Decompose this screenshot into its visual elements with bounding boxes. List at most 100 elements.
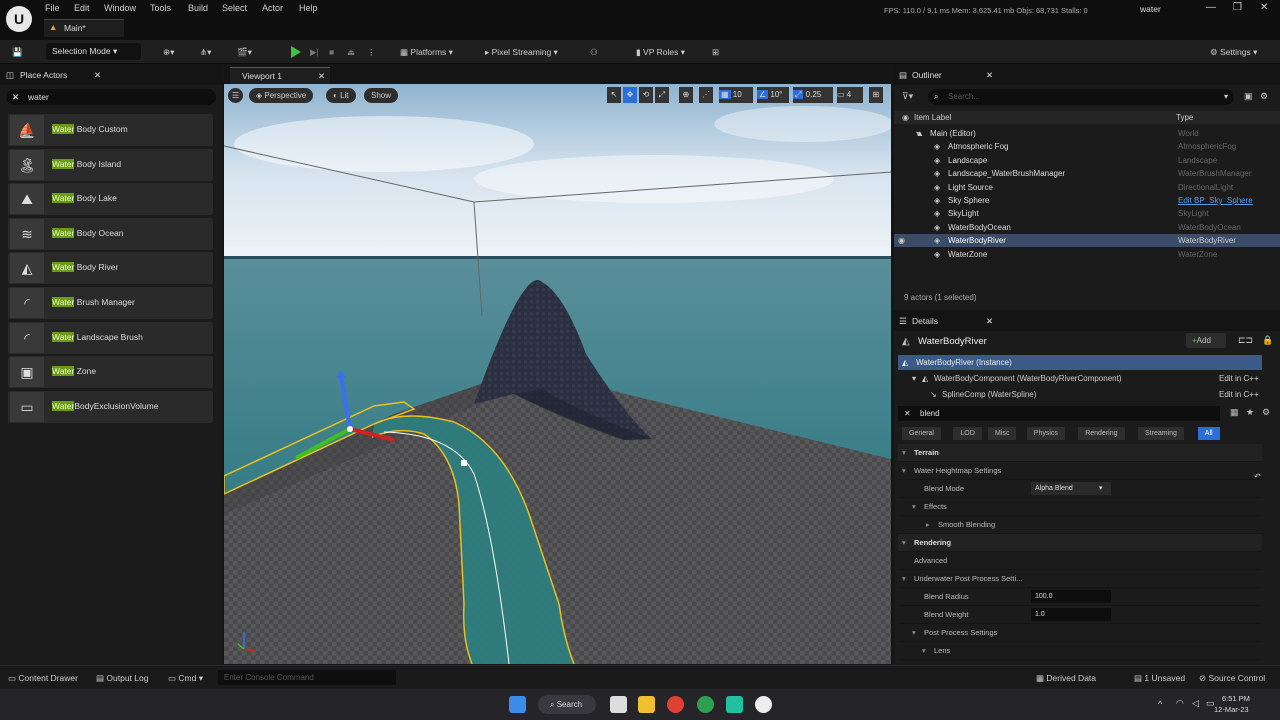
scale-snap-button[interactable]: ⤢ 0.25 — [793, 87, 833, 103]
outliner-row[interactable]: ◈ Landscape_WaterBrushManager WaterBrush… — [894, 167, 1280, 180]
menu-window[interactable]: Window — [104, 3, 136, 13]
cinematics-icon[interactable]: 🎬▾ — [237, 44, 252, 60]
viewport-tab[interactable]: Viewport 1 ✕ — [230, 67, 330, 84]
clear-search-icon[interactable]: ✕ — [12, 89, 19, 105]
save-icon[interactable]: 💾 — [12, 44, 23, 60]
chevron-down-icon[interactable]: ▾ — [902, 534, 906, 552]
outliner-item-type[interactable]: Edit BP_Sky_Sphere — [1178, 194, 1253, 207]
details-filter-input[interactable]: ✕ blend — [898, 406, 1220, 421]
file-explorer-icon[interactable] — [638, 696, 655, 713]
details-tab-streaming[interactable]: Streaming — [1138, 427, 1184, 440]
settings-button[interactable]: ⚙ Settings ▾ — [1210, 44, 1257, 60]
add-folder-icon[interactable]: ▣ — [1244, 91, 1253, 102]
chevron-down-icon[interactable]: ▾ — [922, 642, 926, 660]
selection-mode-dropdown[interactable]: Selection Mode ▾ — [46, 43, 141, 60]
console-command-input[interactable]: Enter Console Command — [218, 670, 396, 685]
multi-user-icon[interactable]: ⊞ — [712, 44, 719, 60]
filter-icon[interactable]: ⊽▾ — [902, 91, 913, 102]
edge-icon[interactable] — [697, 696, 714, 713]
select-mode-icon[interactable]: ↖ — [607, 87, 621, 103]
play-icon[interactable] — [291, 46, 301, 58]
details-tab-lod[interactable]: LOD — [953, 427, 982, 440]
window-search-text[interactable]: water — [1140, 4, 1161, 14]
platforms-button[interactable]: ▦ Platforms ▾ — [400, 44, 453, 60]
place-actor-item[interactable]: ◜ Water Brush Manager — [8, 287, 213, 319]
clear-filter-icon[interactable]: ✕ — [904, 406, 911, 421]
property-value-field[interactable]: 100.0 — [1031, 590, 1111, 603]
details-tab-general[interactable]: General — [902, 427, 941, 440]
maximize-icon[interactable]: ❐ — [1233, 2, 1242, 13]
chevron-down-icon[interactable]: ▾ — [902, 462, 906, 480]
details-tab-misc[interactable]: Misc — [988, 427, 1017, 440]
show-button[interactable]: Show — [364, 88, 399, 103]
spline-point[interactable] — [461, 460, 467, 466]
lit-button[interactable]: ◐ Lit — [326, 88, 356, 103]
output-log-button[interactable]: ▤ Output Log — [96, 673, 148, 684]
place-actor-item[interactable]: ⛵ Water Body Custom — [8, 114, 213, 146]
blueprint-convert-icon[interactable]: ⊏⊐ — [1238, 335, 1253, 346]
add-component-button[interactable]: +Add — [1186, 333, 1226, 348]
menu-edit[interactable]: Edit — [74, 3, 90, 13]
unreal-taskbar-icon[interactable] — [755, 696, 772, 713]
source-control-button[interactable]: ⊘ Source Control — [1199, 673, 1265, 684]
chevron-down-icon[interactable]: ▾ — [1224, 89, 1228, 105]
property-value-field[interactable]: 1.0 — [1031, 608, 1111, 621]
menu-file[interactable]: File — [45, 3, 60, 13]
eject-icon[interactable]: ⏏ — [347, 44, 355, 60]
chevron-down-icon[interactable]: ▾ — [912, 498, 916, 516]
details-tab-rendering[interactable]: Rendering — [1078, 427, 1125, 440]
perspective-button[interactable]: ◈ Perspective — [249, 88, 314, 103]
property-row[interactable]: Blend Weight 1.0 — [898, 606, 1262, 624]
step-icon[interactable]: ▶| — [310, 44, 319, 60]
blend-mode-dropdown[interactable]: Alpha Blend ▾ — [1031, 482, 1111, 495]
instance-row[interactable]: ◭ WaterBodyRiver (Instance) — [898, 355, 1262, 370]
outliner-row[interactable]: ◈ WaterZone WaterZone — [894, 248, 1280, 261]
details-tab-physics[interactable]: Physics — [1026, 427, 1065, 440]
task-view-icon[interactable] — [610, 696, 627, 713]
place-actor-item[interactable]: ≋ Water Body Ocean — [8, 217, 213, 250]
chevron-down-icon[interactable]: ▾ — [902, 444, 906, 462]
chevron-right-icon[interactable]: ▸ — [926, 516, 930, 534]
place-actor-item[interactable]: ▣ Water Zone — [8, 356, 213, 389]
level-viewport[interactable]: ☰ ◈ Perspective ◐ Lit Show ↖ ✥ ⟲ ⤢ ⊕ ⋰ ▦… — [224, 84, 891, 664]
place-actor-item[interactable]: ◭ Water Body River — [8, 252, 213, 285]
property-row[interactable]: ▾ Underwater Post Process Setti... — [898, 570, 1262, 588]
rotate-mode-icon[interactable]: ⟲ — [639, 87, 653, 103]
edit-cpp-link[interactable]: Edit in C++ — [1219, 371, 1259, 386]
vp-roles-button[interactable]: ▮ VP Roles ▾ — [636, 44, 685, 60]
place-actors-search-input[interactable]: ✕ water — [6, 89, 216, 105]
property-row[interactable]: ▾ Effects — [898, 498, 1262, 516]
vp-users-icon[interactable]: ⚇ — [590, 44, 598, 60]
property-row[interactable]: Blend Mode Alpha Blend ▾ — [898, 480, 1262, 498]
surface-snap-icon[interactable]: ⋰ — [699, 87, 713, 103]
component-row[interactable]: ▾ ◭ WaterBodyComponent (WaterBodyRiverCo… — [898, 371, 1262, 386]
details-settings-icon[interactable]: ⚙ — [1262, 407, 1270, 418]
outliner-row[interactable]: ◉ ◈ WaterBodyRiver WaterBodyRiver — [894, 234, 1280, 248]
close-tab-icon[interactable]: ✕ — [986, 65, 993, 85]
cmd-dropdown[interactable]: ▭ Cmd ▾ — [168, 673, 203, 684]
menu-actor[interactable]: Actor — [262, 3, 283, 13]
menu-tools[interactable]: Tools — [150, 3, 171, 13]
camera-speed-button[interactable]: ▭ 4 — [837, 87, 863, 103]
visibility-eye-icon[interactable]: ◉ — [898, 234, 905, 247]
property-row[interactable]: ▾ Water Heightmap Settings — [898, 462, 1262, 480]
chevron-down-icon[interactable]: ▾ — [902, 570, 906, 588]
place-actor-item[interactable]: ⛰ Water Body Lake — [8, 183, 213, 216]
property-row[interactable]: ▾ Post Process Settings — [898, 624, 1262, 642]
stop-icon[interactable]: ■ — [329, 44, 334, 60]
outliner-row[interactable]: ▾ ▲ Main (Editor) World — [894, 127, 1280, 140]
clock-date[interactable]: 12-Mar-23 — [1214, 705, 1249, 714]
minimize-icon[interactable]: — — [1206, 2, 1216, 13]
spline-row[interactable]: ↘ SplineComp (WaterSpline) Edit in C++ — [898, 387, 1262, 402]
property-row[interactable]: Blend Radius 100.0 — [898, 588, 1262, 606]
add-actor-icon[interactable]: ⊕▾ — [163, 44, 174, 60]
chevron-down-icon[interactable]: ▾ — [912, 624, 916, 642]
property-row[interactable]: ▸ Smooth Blending — [898, 516, 1262, 534]
type-column[interactable]: Type — [1176, 111, 1193, 124]
property-row[interactable]: ▾ Lens — [898, 642, 1262, 660]
unreal-logo-icon[interactable]: U — [6, 6, 32, 32]
property-row[interactable]: Advanced — [898, 552, 1262, 570]
outliner-row[interactable]: ◈ WaterBodyOcean WaterBodyOcean — [894, 221, 1280, 234]
maximize-viewport-icon[interactable]: ⊞ — [869, 87, 883, 103]
outliner-row[interactable]: ◈ Sky Sphere Edit BP_Sky_Sphere — [894, 194, 1280, 207]
